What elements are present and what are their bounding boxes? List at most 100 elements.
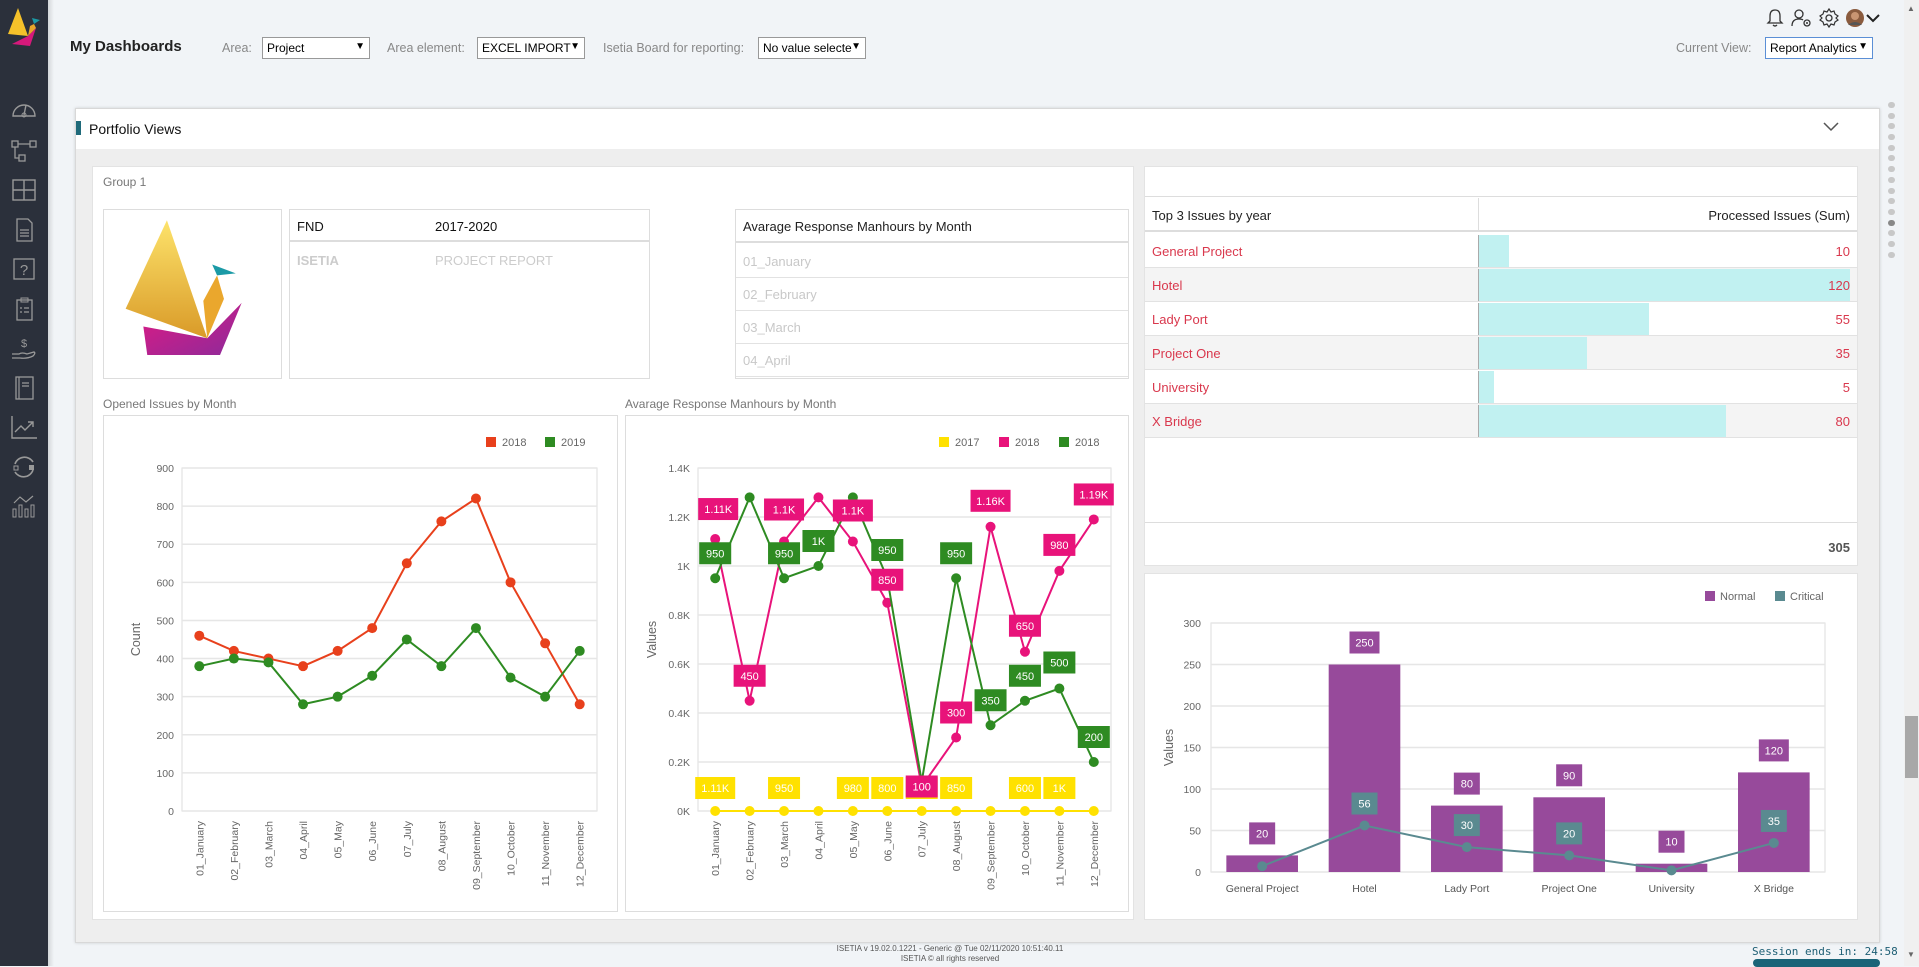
book-icon[interactable] [9,373,39,403]
trend-chart-icon[interactable] [9,412,39,442]
issues-table-row[interactable]: Hotel 120 [1145,268,1857,302]
legend-label: 2018 [1075,437,1099,449]
scroll-dot[interactable] [1888,187,1895,194]
portfolio-title: Portfolio Views [89,121,182,137]
legend-swatch [1775,591,1785,601]
data-label: 850 [871,568,904,591]
clipboard-list-icon[interactable] [9,294,39,324]
scroll-dot[interactable] [1888,102,1895,108]
collapse-chevron-icon[interactable] [1821,117,1841,137]
data-point [951,573,962,584]
scroll-dot[interactable] [1888,198,1895,205]
issue-project-name[interactable]: Hotel [1152,278,1182,293]
x-tick-label: 07_July [402,820,414,857]
issues-table-row[interactable]: X Bridge 80 [1145,404,1857,438]
total-divider [1145,522,1857,523]
data-label-text: 1.16K [976,496,1005,508]
grid-icon[interactable] [9,175,39,205]
x-tick-label: 06_June [367,821,379,861]
data-point [540,691,551,702]
group-label: Group 1 [103,175,147,189]
board-label: Isetia Board for reporting: [603,41,745,55]
info-row: FND 2017-2020 [290,210,649,242]
x-tick-label: 12_December [1089,820,1101,886]
scroll-dot[interactable] [1888,251,1895,258]
x-tick-label: 08_August [951,821,963,871]
area-element-value: EXCEL IMPORT [482,41,571,55]
sync-icon[interactable] [9,452,39,482]
data-label: 500 [1043,651,1076,674]
group-1-panel: Group 1 FND 2017-2020 ISETIA PROJECT REP [92,166,1134,920]
response-manhours-chart: 0K 0.2K 0.4K 0.6K 0.8K 1K 1.2K 1.4K Values 01_Jan… [625,415,1129,912]
issue-project-name[interactable]: Lady Port [1152,312,1208,327]
x-tick-label: University [1648,883,1695,895]
scroll-dot[interactable] [1888,144,1895,151]
scroll-dot[interactable] [1888,208,1895,215]
bell-icon[interactable] [1764,7,1786,29]
y-axis-title: Values [1162,729,1176,766]
issues-table-row[interactable]: Project One 35 [1145,336,1857,370]
data-label: 20 [1556,822,1583,845]
scroll-dot[interactable] [1888,123,1895,130]
scroll-dot[interactable] [1888,112,1895,119]
issues-table-panel: Top 3 Issues by year Processed Issues (S… [1144,166,1858,566]
data-point [194,661,205,672]
scroll-dot[interactable] [1888,155,1895,162]
scroll-dot[interactable] [1888,219,1895,226]
data-label-text: 950 [775,783,793,795]
svg-text:$: $ [21,338,27,350]
issue-project-name[interactable]: X Bridge [1152,414,1202,429]
dropdown-arrow-icon: ▼ [851,41,861,52]
area-select[interactable]: Project ▼ [262,37,370,59]
data-label: 10 [1658,830,1685,853]
scroll-dot[interactable] [1888,134,1895,141]
y-tick-label: 100 [1183,784,1201,796]
scrollbar-thumb[interactable] [1905,716,1918,778]
data-label: 950 [699,542,732,565]
x-tick-label: 09_September [471,821,483,890]
issues-table-row[interactable]: General Project 10 [1145,234,1857,268]
scroll-up-icon[interactable]: ▲ [1907,4,1915,13]
data-label-text: 35 [1768,816,1780,828]
area-element-select[interactable]: EXCEL IMPORT ▼ [477,37,585,59]
scroll-dot[interactable] [1888,240,1895,247]
vertical-scrollbar[interactable]: ▲ ▼ [1904,0,1919,966]
user-settings-icon[interactable] [1791,7,1813,29]
data-label-text: 300 [947,708,965,720]
analytics-icon[interactable] [9,491,39,521]
data-label: 20 [1249,822,1276,845]
scroll-down-icon[interactable]: ▼ [1907,950,1915,959]
data-label-text: 10 [1665,837,1677,849]
response-manhours-svg: 0K 0.2K 0.4K 0.6K 0.8K 1K 1.2K 1.4K Values 01_Jan… [645,437,1114,890]
board-select[interactable]: No value selecte ▼ [758,37,866,59]
column-divider [1478,198,1479,232]
help-icon[interactable]: ? [9,254,39,284]
data-label: 950 [768,542,801,565]
x-tick-label: General Project [1226,883,1299,895]
critical-point [1564,850,1575,861]
current-view-select[interactable]: Report Analytics ▼ [1765,37,1873,59]
issue-project-name[interactable]: University [1152,380,1209,395]
gear-icon[interactable] [1818,7,1840,29]
dashboard-gauge-icon[interactable] [9,96,39,126]
issues-table-row[interactable]: Lady Port 55 [1145,302,1857,336]
data-point [744,806,755,816]
data-label: 250 [1349,631,1380,654]
issues-col2-header: Processed Issues (Sum) [1708,208,1850,223]
scroll-dot[interactable] [1888,176,1895,183]
scroll-dot[interactable] [1888,230,1895,237]
cost-hand-icon[interactable]: $ [9,333,39,363]
workflow-icon[interactable] [9,136,39,166]
document-icon[interactable] [9,215,39,245]
data-label: 950 [940,542,973,565]
issue-project-name[interactable]: General Project [1152,244,1242,259]
data-label: 980 [1043,533,1076,556]
x-tick-label: Hotel [1352,883,1377,895]
portfolio-views-card: Portfolio Views Group 1 FND 2017-2020 IS… [75,108,1880,943]
scroll-dot[interactable] [1888,166,1895,173]
chevron-down-icon[interactable] [1862,7,1884,29]
isetia-logo[interactable] [6,6,46,52]
isetia-swan-logo [125,220,242,355]
issue-project-name[interactable]: Project One [1152,346,1221,361]
issues-table-row[interactable]: University 5 [1145,370,1857,404]
